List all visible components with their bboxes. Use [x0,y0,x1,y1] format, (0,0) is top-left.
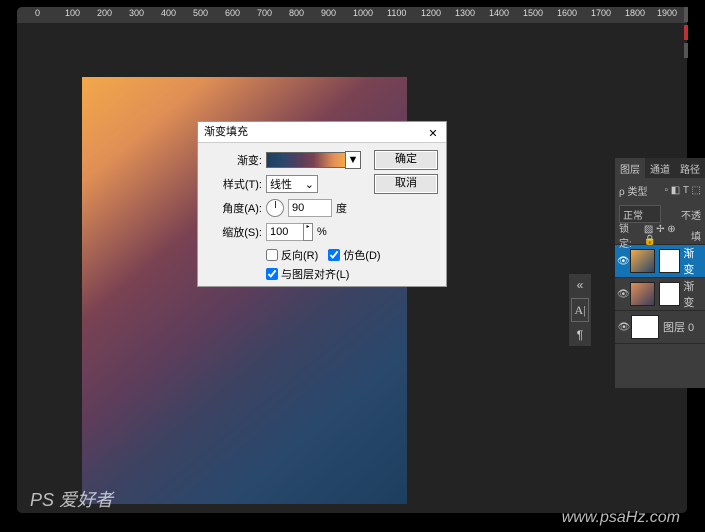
dither-checkbox[interactable] [328,249,340,261]
tab-layers[interactable]: 图层 [615,158,645,178]
align-label: 与图层对齐(L) [281,266,349,282]
ok-button[interactable]: 确定 [374,150,438,170]
layer-thumb[interactable] [630,249,655,273]
watermark-url: www.psaHz.com [562,509,680,527]
dither-label: 仿色(D) [343,247,380,263]
visibility-icon[interactable]: 👁 [617,256,630,267]
lock-icons[interactable]: ▨ ✢ ⊕ 🔒 [644,224,687,246]
gradient-dropdown-icon[interactable]: ▼ [345,151,361,169]
layer-mask[interactable] [659,282,681,306]
visibility-icon[interactable]: 👁 [617,322,631,333]
dialog-titlebar[interactable]: 渐变填充 ✕ [198,122,446,143]
style-select[interactable]: 线性⌄ [266,175,318,193]
cancel-button[interactable]: 取消 [374,174,438,194]
gradient-swatch[interactable] [266,152,346,168]
gradient-fill-dialog: 渐变填充 ✕ 确定 取消 渐变: ▼ 样式(T): 线性⌄ 角度(A): [197,121,447,287]
style-label: 样式(T): [206,176,262,192]
layer-name[interactable]: 渐变 [683,245,703,277]
close-icon[interactable]: ✕ [424,124,442,138]
layer-row[interactable]: 👁 图层 0 [615,311,705,344]
reverse-label: 反向(R) [281,247,318,263]
angle-input[interactable]: 90 [288,199,332,217]
gradient-label: 渐变: [206,152,262,168]
type-tool-icon[interactable]: A| [571,298,589,322]
lock-label: 锁定: [619,220,640,250]
layer-mask[interactable] [659,249,681,273]
angle-unit: 度 [336,200,347,216]
tab-paths[interactable]: 路径 [675,158,705,178]
layer-name[interactable]: 渐变 [683,278,703,310]
filter-kind-label[interactable]: ρ 类型 [619,183,647,198]
layer-thumb[interactable] [631,315,659,339]
chevron-left-icon[interactable]: « [569,274,591,296]
layer-name[interactable]: 图层 0 [663,319,694,335]
scale-input[interactable]: 100 [266,223,304,241]
layer-thumb[interactable] [630,282,655,306]
opacity-label: 不透 [681,207,701,222]
angle-dial[interactable] [266,199,284,217]
align-checkbox[interactable] [266,268,278,280]
panel-tabs: 图层 通道 路径 [615,158,705,178]
angle-label: 角度(A): [206,200,262,216]
layer-row[interactable]: 👁 渐变 [615,278,705,311]
scale-unit: % [317,226,327,238]
collapsed-panel-dock[interactable]: « A| ¶ [568,273,592,347]
tab-channels[interactable]: 通道 [645,158,675,178]
watermark-text: PS 爱好者 [30,486,113,512]
scale-label: 缩放(S): [206,224,262,240]
dialog-title: 渐变填充 [204,126,248,138]
ruler-horizontal: 0 100 200 300 400 500 600 700 800 900 10… [17,7,687,23]
fill-label: 填 [691,228,701,243]
visibility-icon[interactable]: 👁 [617,289,630,300]
paragraph-icon[interactable]: ¶ [569,324,591,346]
scale-spinner[interactable]: ▸ [303,223,313,241]
reverse-checkbox[interactable] [266,249,278,261]
